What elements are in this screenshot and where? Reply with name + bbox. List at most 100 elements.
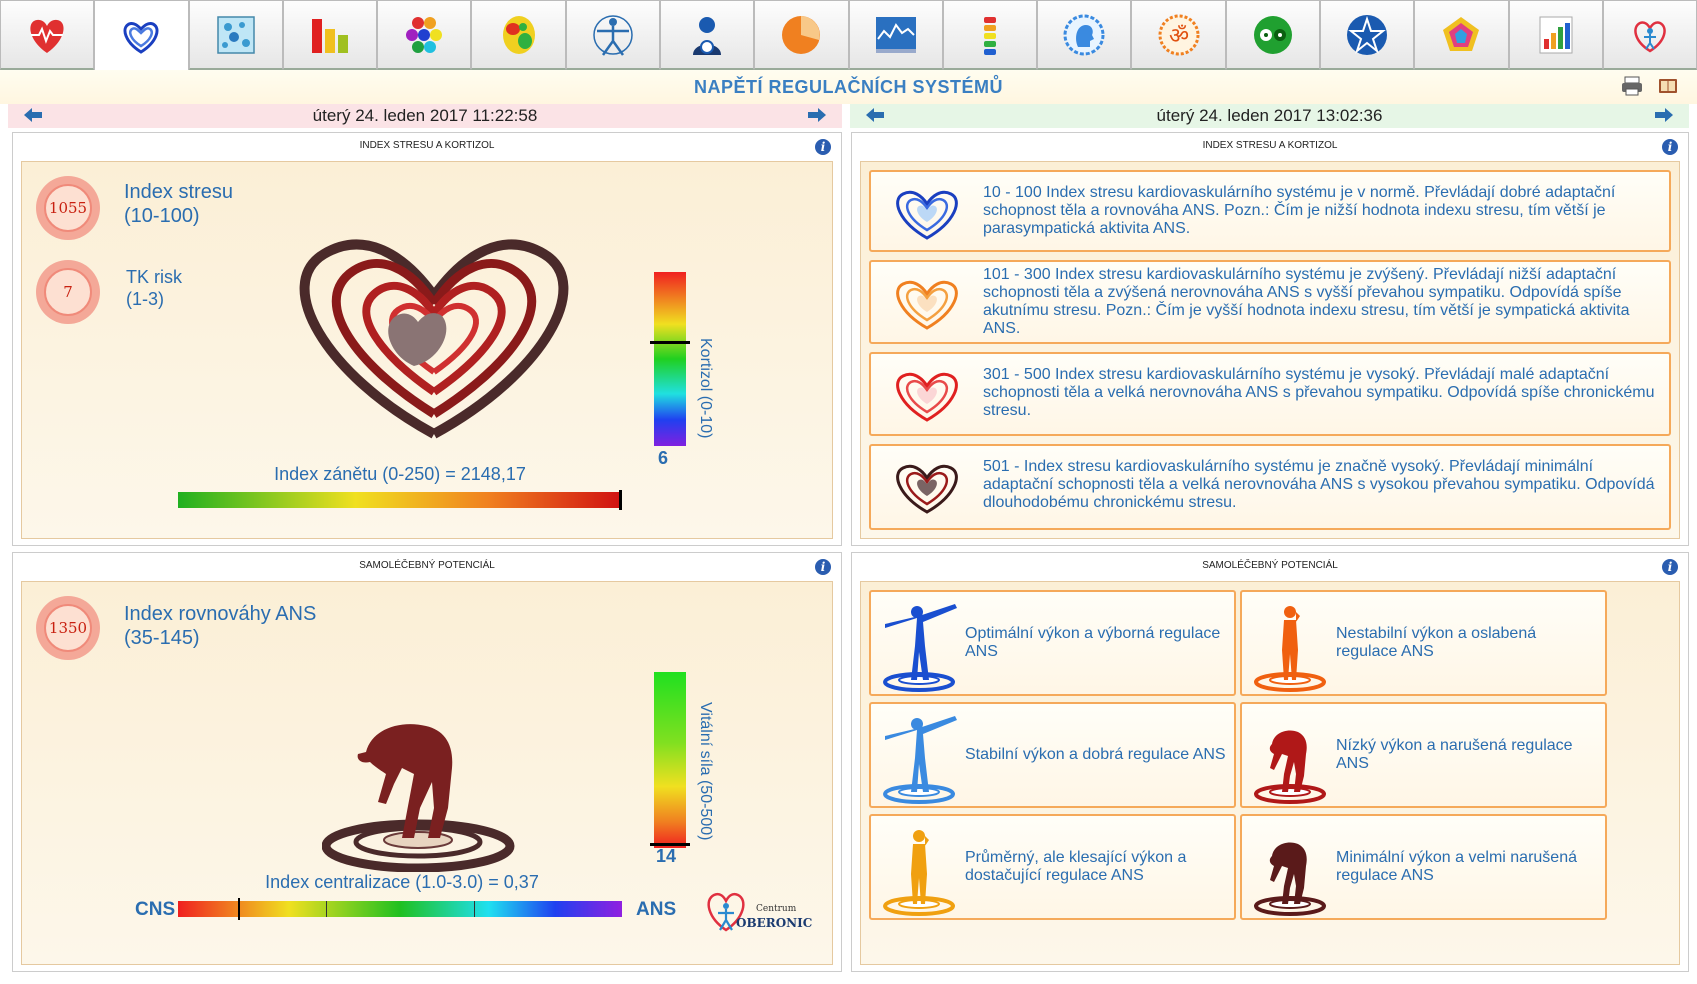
kortizol-bar xyxy=(650,272,690,446)
centralization-bar xyxy=(178,898,622,920)
kortizol-marker xyxy=(650,341,690,344)
panel-header: INDEX STRESU A KORTIZOL xyxy=(1202,140,1338,151)
ans-end-label: ANS xyxy=(636,899,677,920)
tab-oberonic-logo[interactable] xyxy=(1602,0,1697,70)
stress-index-value: 1055 xyxy=(44,184,92,232)
inflammation-marker xyxy=(619,490,622,510)
healing-legend-item: Nestabilní výkon a oslabená regulace ANS xyxy=(1240,590,1607,696)
info-icon[interactable]: i xyxy=(815,559,831,575)
tab-vitruvian-man[interactable] xyxy=(565,0,660,70)
healing-legend-text: Průměrný, ale klesající výkon a dostačuj… xyxy=(965,849,1187,884)
centralization-marker xyxy=(238,898,240,920)
tab-yin-yang[interactable] xyxy=(1225,0,1320,70)
heart-waves-icon xyxy=(123,21,159,54)
bar-chart-icon xyxy=(311,18,348,53)
head-profile-icon xyxy=(1063,14,1105,55)
vital-value: 14 xyxy=(656,846,677,866)
cns-label: CNS xyxy=(135,899,176,920)
pie-chart-icon xyxy=(782,15,821,54)
info-icon[interactable]: i xyxy=(1662,559,1678,575)
tab-pentagram[interactable] xyxy=(1319,0,1415,70)
tab-hexagons[interactable] xyxy=(377,0,472,70)
next-arrow-icon[interactable] xyxy=(1655,108,1673,122)
heart-ecg-icon xyxy=(30,19,64,53)
pentagon-chart-icon xyxy=(1443,16,1480,51)
next-arrow-icon[interactable] xyxy=(808,108,826,122)
stress-panel: INDEX STRESU A KORTIZOL i 1055 Index str… xyxy=(12,132,842,546)
ans-index-badge: 1350 xyxy=(36,596,100,660)
cells-grid-icon xyxy=(216,15,255,54)
title-actions xyxy=(1621,76,1679,96)
ans-index-label: Index rovnováhy ANS (35-145) xyxy=(124,603,317,649)
vitruvian-man-icon xyxy=(593,14,633,56)
info-icon[interactable]: i xyxy=(1662,139,1678,155)
right-date: úterý 24. leden 2017 13:02:36 xyxy=(1156,106,1383,125)
person-yellow-thinking-icon xyxy=(883,830,955,916)
healing-legend-text: Nízký výkon a narušená regulace ANS xyxy=(1336,737,1573,772)
tab-small-bar-chart[interactable] xyxy=(1508,0,1603,70)
tk-risk-label: TK risk (1-3) xyxy=(126,267,182,309)
tab-pie-chart[interactable] xyxy=(754,0,849,70)
brain-map-icon xyxy=(502,15,535,54)
info-icon[interactable]: i xyxy=(815,139,831,155)
tab-spine[interactable] xyxy=(942,0,1038,70)
vital-label: Vitální síla (50-500) xyxy=(697,702,714,841)
heart-red-icon xyxy=(896,372,958,422)
stress-legend-item: 101 - 300 Index stresu kardiovaskulárníh… xyxy=(869,260,1671,344)
pentagram-icon xyxy=(1347,14,1388,55)
centralization-label: Index centralizace (1.0-3.0) = 0,37 xyxy=(265,872,539,892)
left-date: úterý 24. leden 2017 11:22:58 xyxy=(312,106,538,125)
tab-pentagon-chart[interactable] xyxy=(1414,0,1509,70)
tab-monitor-graph[interactable] xyxy=(848,0,943,70)
right-date-bar: úterý 24. leden 2017 13:02:36 xyxy=(850,104,1689,128)
logo-small-text: Centrum xyxy=(756,904,797,914)
logo-big-text: OBERONIC xyxy=(736,916,813,930)
print-icon[interactable] xyxy=(1621,76,1643,96)
prev-arrow-icon[interactable] xyxy=(866,108,884,122)
person-profile-icon xyxy=(693,16,722,55)
book-icon[interactable] xyxy=(1657,76,1679,96)
monitor-graph-icon xyxy=(875,16,916,53)
kortizol-label: Kortizol (0-10) xyxy=(697,338,714,439)
panel-header: SAMOLÉČEBNÝ POTENCIÁL xyxy=(1202,560,1338,571)
stress-heart-icon xyxy=(299,239,569,439)
tab-bar-chart[interactable] xyxy=(282,0,378,70)
person-dark-bent-icon xyxy=(1254,842,1326,916)
stress-legend-content: 10 - 100 Index stresu kardiovaskulárního… xyxy=(860,161,1680,539)
healing-legend-text: Optimální výkon a výborná regulace ANS xyxy=(965,625,1221,660)
heart-orange-icon xyxy=(896,280,958,330)
vital-bar xyxy=(650,672,690,848)
healing-legend-text: Nestabilní výkon a oslabená regulace ANS xyxy=(1336,625,1537,660)
stress-index-badge: 1055 xyxy=(36,176,100,240)
stress-legend-item: 301 - 500 Index stresu kardiovaskulárníh… xyxy=(869,352,1671,436)
tab-head-profile[interactable] xyxy=(1037,0,1132,70)
spine-icon xyxy=(983,16,996,55)
healing-legend-text: Minimální výkon a velmi narušená regulac… xyxy=(1336,849,1577,884)
person-blue-open-icon xyxy=(883,604,957,692)
stress-legend-item: 10 - 100 Index stresu kardiovaskulárního… xyxy=(869,170,1671,252)
tab-brain-map[interactable] xyxy=(471,0,566,70)
inflammation-label: Index zánětu (0-250) = 2148,17 xyxy=(274,464,526,484)
panel-header: SAMOLÉČEBNÝ POTENCIÁL xyxy=(359,560,495,571)
stress-legend-item: 501 - Index stresu kardiovaskulárního sy… xyxy=(869,444,1671,530)
tab-cells-grid[interactable] xyxy=(188,0,283,70)
tk-risk-value: 7 xyxy=(44,268,92,316)
small-bar-chart-icon xyxy=(1539,16,1573,53)
heart-blue-icon xyxy=(896,190,958,240)
healing-legend-text: Stabilní výkon a dobrá regulace ANS xyxy=(965,746,1226,763)
tab-heart-ecg[interactable] xyxy=(0,0,95,70)
heart-dark-icon xyxy=(896,464,958,514)
svg-text:ॐ: ॐ xyxy=(1168,24,1188,49)
page-title: NAPĚTÍ REGULAČNÍCH SYSTÉMŮ xyxy=(0,70,1697,104)
healing-legend-item: Stabilní výkon a dobrá regulace ANS xyxy=(869,702,1236,808)
kortizol-value: 6 xyxy=(658,448,669,468)
healing-panel: SAMOLÉČEBNÝ POTENCIÁL i 1350 Index rovno… xyxy=(12,552,842,972)
tab-person-profile[interactable] xyxy=(659,0,755,70)
stress-legend-panel: INDEX STRESU A KORTIZOL i 10 - 100 Index… xyxy=(851,132,1689,546)
tab-om[interactable]: ॐ xyxy=(1131,0,1226,70)
ans-index-value: 1350 xyxy=(44,604,92,652)
person-orange-thinking-icon xyxy=(1254,606,1326,692)
tab-heart-waves[interactable] xyxy=(94,0,189,70)
left-date-bar: úterý 24. leden 2017 11:22:58 xyxy=(8,104,842,128)
prev-arrow-icon[interactable] xyxy=(24,108,42,122)
